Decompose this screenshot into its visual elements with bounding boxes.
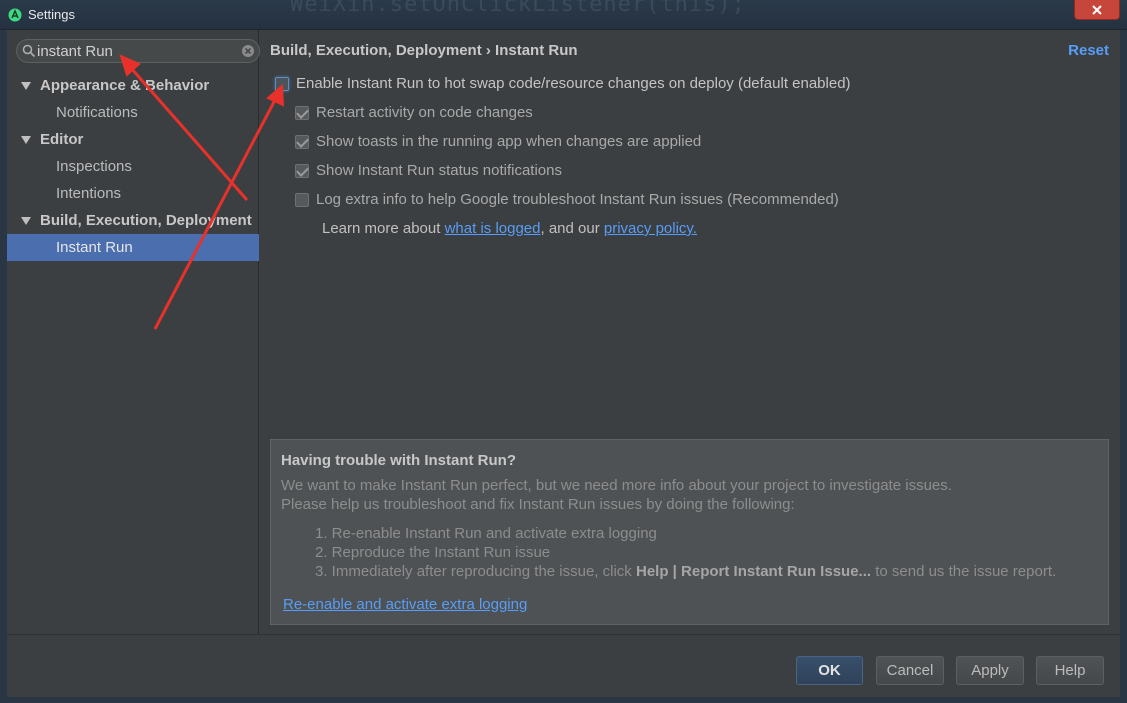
tree-item-label: Editor — [40, 131, 84, 148]
learn-more-middle: , and our — [540, 220, 600, 237]
step-3-prefix: 3. Immediately after reproducing the iss… — [315, 563, 632, 580]
trouble-paragraph-1: We want to make Instant Run perfect, but… — [281, 477, 952, 494]
settings-sidebar: Appearance & Behavior Notifications Edit… — [7, 30, 260, 634]
show-toasts-checkbox[interactable] — [295, 135, 309, 149]
learn-more-prefix: Learn more about — [322, 220, 441, 237]
expand-triangle-icon[interactable] — [21, 82, 31, 90]
status-notifications-checkbox[interactable] — [295, 164, 309, 178]
window-title: Settings — [28, 7, 75, 22]
background-code: WeiXin.setOnClickListener(this); — [290, 0, 746, 17]
title-bar: WeiXin.setOnClickListener(this); Setting… — [0, 0, 1127, 30]
window-frame-right — [1120, 30, 1127, 703]
what-is-logged-link[interactable]: what is logged — [445, 220, 541, 237]
step-3-bold: Help | Report Instant Run Issue... — [635, 563, 872, 580]
tree-item-label: Intentions — [56, 185, 122, 202]
expand-triangle-icon[interactable] — [21, 136, 31, 144]
trouble-panel: Having trouble with Instant Run? We want… — [270, 439, 1109, 625]
search-icon — [22, 44, 36, 58]
tree-group-build-execution-deployment[interactable]: Build, Execution, Deployment — [7, 207, 259, 234]
trouble-paragraph-2: Please help us troubleshoot and fix Inst… — [281, 496, 795, 513]
window-frame-bottom — [0, 697, 1127, 703]
tree-item-intentions[interactable]: Intentions — [7, 180, 259, 207]
settings-tree: Appearance & Behavior Notifications Edit… — [7, 72, 259, 261]
tree-item-instant-run[interactable]: Instant Run — [7, 234, 259, 261]
tree-item-label: Notifications — [56, 104, 138, 121]
option-label: Restart activity on code changes — [316, 104, 533, 121]
dialog-button-bar: OK Cancel Apply Help — [7, 634, 1120, 697]
help-button[interactable]: Help — [1036, 656, 1104, 685]
trouble-step-2: 2. Reproduce the Instant Run issue — [315, 544, 551, 561]
clear-search-icon[interactable] — [241, 44, 255, 58]
option-label: Log extra info to help Google troublesho… — [316, 191, 839, 208]
search-input[interactable] — [37, 42, 232, 60]
tree-item-label: Inspections — [56, 158, 132, 175]
settings-search-box[interactable] — [16, 39, 260, 63]
reset-link[interactable]: Reset — [1068, 42, 1109, 59]
trouble-step-1: 1. Re-enable Instant Run and activate ex… — [315, 525, 657, 542]
option-label: Show toasts in the running app when chan… — [316, 133, 702, 150]
learn-more-text: Learn more about what is logged, and our… — [322, 220, 697, 237]
trouble-step-3: 3. Immediately after reproducing the iss… — [315, 563, 1056, 580]
option-label: Enable Instant Run to hot swap code/reso… — [296, 75, 851, 92]
breadcrumb: Build, Execution, Deployment › Instant R… — [270, 42, 578, 59]
enable-instant-run-checkbox[interactable] — [275, 77, 289, 91]
tree-group-appearance-behavior[interactable]: Appearance & Behavior — [7, 72, 259, 99]
settings-main-panel: Build, Execution, Deployment › Instant R… — [260, 30, 1120, 634]
android-studio-icon — [8, 8, 22, 22]
option-label: Show Instant Run status notifications — [316, 162, 562, 179]
tree-item-label: Appearance & Behavior — [40, 77, 210, 94]
window-frame-left — [0, 30, 7, 703]
tree-item-label: Build, Execution, Deployment — [40, 212, 252, 229]
apply-button[interactable]: Apply — [956, 656, 1024, 685]
restart-activity-checkbox[interactable] — [295, 106, 309, 120]
tree-item-notifications[interactable]: Notifications — [7, 99, 259, 126]
privacy-policy-link[interactable]: privacy policy. — [604, 220, 697, 237]
reenable-logging-link[interactable]: Re-enable and activate extra logging — [283, 596, 527, 613]
tree-item-inspections[interactable]: Inspections — [7, 153, 259, 180]
step-3-suffix: to send us the issue report. — [875, 563, 1057, 580]
cancel-button[interactable]: Cancel — [876, 656, 944, 685]
window-close-button[interactable] — [1074, 0, 1120, 20]
tree-item-label: Instant Run — [56, 239, 133, 256]
close-icon — [1092, 4, 1102, 15]
expand-triangle-icon[interactable] — [21, 217, 31, 225]
trouble-title: Having trouble with Instant Run? — [281, 452, 516, 469]
ok-button[interactable]: OK — [796, 656, 863, 685]
log-extra-info-checkbox[interactable] — [295, 193, 309, 207]
tree-group-editor[interactable]: Editor — [7, 126, 259, 153]
